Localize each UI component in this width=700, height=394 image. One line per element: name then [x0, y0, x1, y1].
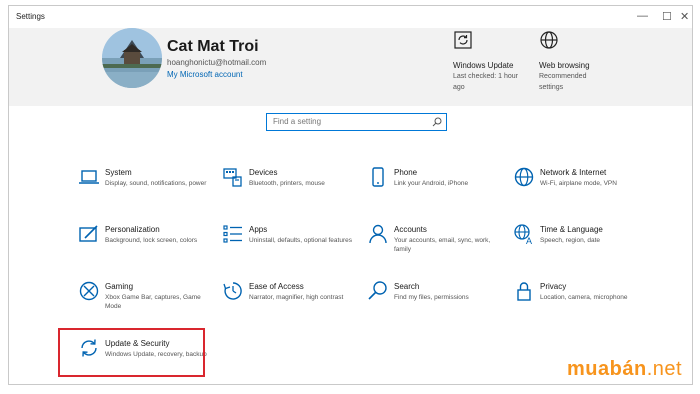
minimize-button[interactable]: — — [637, 10, 648, 22]
tile-desc: Your accounts, email, sync, work, family — [394, 237, 491, 253]
highlight-box — [58, 328, 205, 377]
search-icon — [368, 281, 387, 300]
account-name: Cat Mat Troi — [167, 38, 259, 55]
xbox-icon — [79, 281, 99, 301]
header-item-label: Web browsing — [539, 61, 590, 70]
ease-of-access-icon — [223, 282, 242, 300]
tile-title: Ease of Access — [249, 282, 304, 291]
maximize-button[interactable]: ☐ — [662, 10, 672, 23]
header-item-sub: settings — [539, 84, 564, 91]
laptop-icon — [79, 170, 99, 184]
tile-desc: Wi-Fi, airplane mode, VPN — [540, 180, 617, 187]
svg-text:A: A — [526, 236, 532, 245]
search-placeholder: Find a setting — [273, 117, 322, 126]
header-item-sub: ago — [453, 84, 465, 91]
tile-title: Accounts — [394, 225, 427, 234]
tile-desc: Bluetooth, printers, mouse — [249, 180, 325, 187]
watermark-logo: muabán.net — [567, 358, 683, 380]
tile-desc: Location, camera, microphone — [540, 294, 628, 301]
close-button[interactable]: ✕ — [680, 10, 689, 23]
person-icon — [369, 224, 387, 244]
tile-title: Devices — [249, 168, 278, 177]
tile-desc: Link your Android, iPhone — [394, 180, 469, 187]
tile-desc: Find my files, permissions — [394, 294, 469, 301]
globe-icon — [540, 31, 558, 49]
tile-desc: Display, sound, notifications, power — [105, 180, 207, 187]
search-input[interactable]: Find a setting — [266, 113, 447, 131]
search-icon[interactable] — [432, 117, 442, 127]
title-bar: Settings — ☐ ✕ — [9, 6, 692, 28]
account-header: Cat Mat Troi hoanghonictu@hotmail.com My… — [9, 28, 692, 106]
tile-desc: Xbox Game Bar, captures, Game Mode — [105, 294, 201, 310]
time-language-icon: A — [514, 224, 532, 245]
tile-title: Phone — [394, 168, 418, 177]
header-windows-update[interactable]: Windows Update Last checked: 1 hour ago — [453, 30, 533, 92]
lock-icon — [517, 282, 531, 301]
window-title: Settings — [16, 12, 45, 21]
microsoft-account-link[interactable]: My Microsoft account — [167, 70, 243, 79]
header-web-browsing[interactable]: Web browsing Recommended settings — [539, 30, 619, 92]
header-item-sub: Last checked: 1 hour — [453, 73, 518, 80]
tile-desc: Uninstall, defaults, optional features — [249, 237, 352, 244]
tile-title: System — [105, 168, 132, 177]
tile-title: Search — [394, 282, 420, 291]
paint-icon — [79, 225, 98, 242]
globe-icon — [514, 167, 534, 187]
keyboard-icon — [223, 168, 242, 187]
account-email: hoanghonictu@hotmail.com — [167, 58, 267, 67]
tile-title: Gaming — [105, 282, 134, 291]
header-item-sub: Recommended — [539, 73, 587, 80]
tile-title: Personalization — [105, 225, 160, 234]
settings-window: Settings — ☐ ✕ Cat Mat Troi hoanghonictu… — [8, 5, 693, 385]
tile-desc: Background, lock screen, colors — [105, 237, 198, 244]
tile-title: Apps — [249, 225, 268, 234]
tile-desc: Narrator, magnifier, high contrast — [249, 294, 344, 301]
tile-desc: Speech, region, date — [540, 237, 600, 244]
phone-icon — [372, 167, 384, 187]
apps-list-icon — [223, 225, 242, 243]
header-item-label: Windows Update — [453, 61, 514, 70]
tile-title: Privacy — [540, 282, 567, 291]
sync-icon — [454, 31, 472, 49]
avatar[interactable] — [102, 28, 162, 88]
tile-title: Network & Internet — [540, 168, 607, 177]
tile-title: Time & Language — [540, 225, 603, 234]
